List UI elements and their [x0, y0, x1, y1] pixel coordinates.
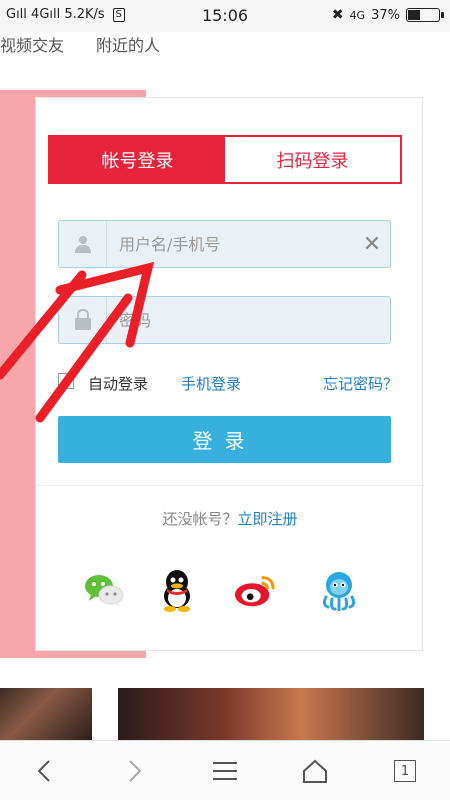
browser-nav-bar: 1 — [0, 740, 450, 800]
auto-login-checkbox[interactable] — [58, 373, 74, 389]
battery-icon — [406, 8, 444, 22]
game-thumbnail-right[interactable] — [118, 688, 424, 740]
forgot-password-link[interactable]: 忘记密码？ — [323, 373, 398, 394]
tabs-button[interactable]: 1 — [385, 755, 425, 787]
top-link-nearby-people[interactable]: 附近的人 — [96, 32, 160, 56]
divider — [36, 485, 424, 486]
top-links: 视频交友 附近的人 — [0, 32, 450, 56]
phone-login-link[interactable]: 手机登录 — [181, 373, 241, 394]
status-bar: Gıll 4Gıll 5.2K/s S 15:06 ✖ 4G 37% — [0, 0, 450, 32]
menu-icon[interactable] — [205, 755, 245, 787]
home-icon[interactable] — [295, 755, 335, 787]
user-icon — [59, 221, 107, 267]
login-card: 帐号登录 扫码登录 ✕ 自动登录 手机登录 忘记密码？ 登录 还没帐号？立即注册 — [35, 97, 424, 651]
battery-percent: 37% — [371, 7, 400, 23]
wechat-icon[interactable] — [82, 568, 126, 612]
register-link[interactable]: 立即注册 — [238, 510, 298, 528]
login-button[interactable]: 登录 — [58, 416, 391, 463]
status-right: ✖ 4G 37% — [331, 7, 444, 23]
lock-icon — [59, 297, 107, 343]
top-link-video-friends[interactable]: 视频交友 — [0, 32, 64, 56]
back-icon[interactable] — [24, 755, 64, 787]
tab-qrcode-login[interactable]: 扫码登录 — [225, 137, 400, 182]
network-type: 4G — [349, 8, 366, 22]
username-field[interactable]: ✕ — [58, 220, 391, 268]
qq-icon[interactable] — [155, 568, 199, 612]
login-options: 自动登录 手机登录 忘记密码？ — [58, 371, 398, 395]
register-prompt: 还没帐号？立即注册 — [36, 508, 424, 529]
no-account-text: 还没帐号？ — [162, 510, 238, 528]
password-input[interactable] — [107, 297, 390, 343]
clear-icon[interactable]: ✕ — [354, 221, 390, 267]
tab-account-login[interactable]: 帐号登录 — [50, 137, 225, 182]
game-thumbnail-left[interactable] — [0, 688, 92, 740]
social-login — [36, 568, 424, 616]
tab-count: 1 — [394, 760, 416, 782]
login-tabs: 帐号登录 扫码登录 — [48, 135, 402, 184]
auto-login-label[interactable]: 自动登录 — [88, 373, 148, 394]
password-field[interactable] — [58, 296, 391, 344]
username-input[interactable] — [107, 221, 354, 267]
weibo-icon[interactable] — [233, 568, 277, 612]
forward-icon[interactable] — [115, 755, 155, 787]
tencent-weibo-icon[interactable] — [317, 568, 361, 612]
mute-icon: ✖ — [331, 7, 344, 23]
